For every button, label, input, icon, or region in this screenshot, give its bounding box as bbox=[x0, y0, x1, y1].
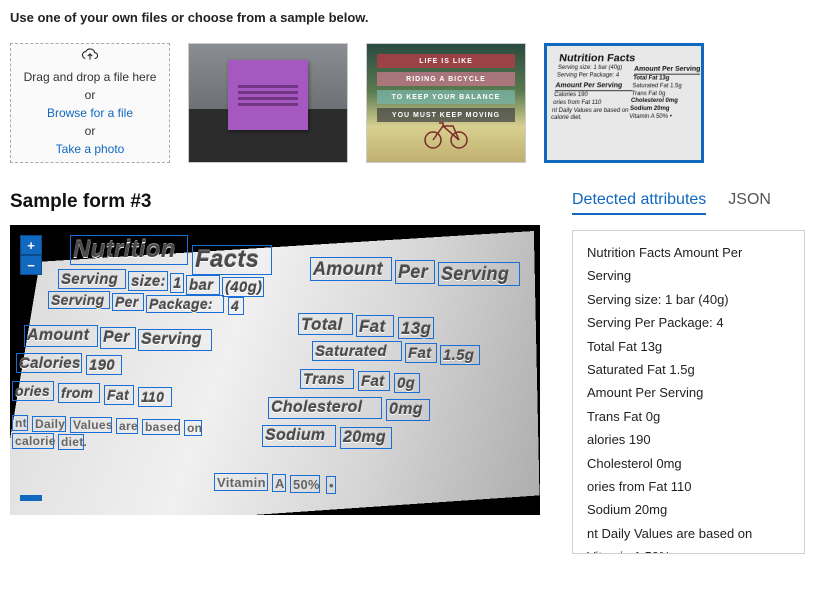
detected-word: 20mg bbox=[340, 427, 392, 449]
dropzone-or1: or bbox=[85, 86, 96, 104]
detected-word: size: bbox=[128, 271, 168, 291]
sample-cards-row: Drag and drop a file here or Browse for … bbox=[10, 43, 805, 163]
detected-word: 13g bbox=[398, 317, 434, 339]
poster-line-a: LIFE IS LIKE bbox=[377, 54, 515, 68]
attribute-line: Cholesterol 0mg bbox=[587, 452, 790, 475]
detected-word: Values bbox=[70, 417, 112, 433]
detected-word: based bbox=[142, 419, 180, 435]
detected-word: Fat bbox=[358, 371, 390, 391]
page-title: Sample form #3 bbox=[10, 191, 540, 213]
sample-thumbnail-1[interactable] bbox=[188, 43, 348, 163]
attribute-line: alories 190 bbox=[587, 428, 790, 451]
detected-word: Serving bbox=[48, 291, 110, 309]
zoom-controls: + − bbox=[20, 235, 42, 501]
detected-word: 0g bbox=[394, 373, 420, 393]
take-photo-link[interactable]: Take a photo bbox=[56, 140, 125, 158]
detected-attributes-panel: Nutrition Facts Amount Per ServingServin… bbox=[572, 230, 805, 554]
attribute-line: Serving size: 1 bar (40g) bbox=[587, 288, 790, 311]
attribute-line: Sodium 20mg bbox=[587, 498, 790, 521]
detected-word: 190 bbox=[86, 355, 122, 375]
detected-word: 50% bbox=[290, 475, 320, 493]
detected-word: Trans bbox=[300, 369, 354, 389]
sample-thumbnail-3[interactable]: Nutrition Facts Serving size: 1 bar (40g… bbox=[544, 43, 704, 163]
detected-word: Total bbox=[298, 313, 353, 335]
detected-word: Nutrition bbox=[70, 235, 188, 265]
tab-json[interactable]: JSON bbox=[728, 191, 771, 215]
detected-word: 4 bbox=[228, 297, 244, 315]
dropzone-line1: Drag and drop a file here bbox=[24, 68, 157, 86]
detected-word: Serving bbox=[438, 262, 520, 286]
detection-overlay: NutritionFactsServingsize:1bar(40g)Servi… bbox=[10, 225, 540, 515]
detected-word: Serving bbox=[138, 329, 212, 351]
detected-word: Vitamin bbox=[214, 473, 268, 491]
detected-word: • bbox=[326, 476, 336, 494]
detected-word: 1.5g bbox=[440, 345, 480, 365]
attribute-line: Vitamin A 50% bbox=[587, 545, 790, 554]
detected-word: 0mg bbox=[386, 399, 430, 421]
detected-word: Package: bbox=[146, 295, 224, 313]
intro-text: Use one of your own files or choose from… bbox=[10, 10, 805, 25]
detected-word: Cholesterol bbox=[268, 397, 382, 419]
detected-word: Per bbox=[395, 260, 435, 284]
detected-word: Saturated bbox=[312, 341, 402, 361]
detected-word: 110 bbox=[138, 387, 172, 407]
browse-file-link[interactable]: Browse for a file bbox=[47, 104, 133, 122]
file-dropzone[interactable]: Drag and drop a file here or Browse for … bbox=[10, 43, 170, 163]
detected-word: Amount bbox=[310, 257, 392, 281]
nutrition-thumb: Nutrition Facts Serving size: 1 bar (40g… bbox=[544, 48, 704, 161]
detected-word: (40g) bbox=[222, 277, 264, 297]
detected-word: Fat bbox=[405, 343, 437, 363]
zoom-in-button[interactable]: + bbox=[20, 235, 42, 255]
detected-word: Facts bbox=[192, 245, 272, 275]
sample-thumbnail-2[interactable]: LIFE IS LIKE RIDING A BICYCLE TO KEEP YO… bbox=[366, 43, 526, 163]
poster-line-b: RIDING A BICYCLE bbox=[377, 72, 515, 86]
upload-cloud-icon bbox=[74, 48, 106, 62]
detected-word: Sodium bbox=[262, 425, 336, 447]
detected-word: Per bbox=[112, 293, 144, 311]
image-preview[interactable]: + − NutritionFactsServingsize:1bar(40g)S… bbox=[10, 225, 540, 515]
zoom-scale-indicator bbox=[20, 495, 42, 501]
bicycle-icon bbox=[421, 120, 471, 150]
attribute-line: Nutrition Facts Amount Per Serving bbox=[587, 241, 790, 288]
zoom-out-button[interactable]: − bbox=[20, 255, 42, 275]
results-tabs: Detected attributes JSON bbox=[572, 191, 805, 216]
detected-word: are bbox=[116, 418, 138, 434]
attribute-line: Serving Per Package: 4 bbox=[587, 311, 790, 334]
tab-detected-attributes[interactable]: Detected attributes bbox=[572, 191, 706, 215]
detected-word: Serving bbox=[58, 269, 126, 289]
attribute-line: nt Daily Values are based on bbox=[587, 522, 790, 545]
detected-word: A bbox=[272, 474, 286, 492]
poster-line-c: TO KEEP YOUR BALANCE bbox=[377, 90, 515, 104]
detected-word: Fat bbox=[356, 315, 394, 337]
detected-word: on bbox=[184, 420, 202, 436]
attribute-line: ories from Fat 110 bbox=[587, 475, 790, 498]
attribute-line: Total Fat 13g bbox=[587, 335, 790, 358]
attribute-line: Saturated Fat 1.5g bbox=[587, 358, 790, 381]
attribute-line: Trans Fat 0g bbox=[587, 405, 790, 428]
attribute-line: Amount Per Serving bbox=[587, 381, 790, 404]
detected-word: 1 bbox=[170, 273, 184, 293]
detected-word: diet. bbox=[58, 434, 84, 450]
sticky-note-icon bbox=[228, 60, 308, 130]
detected-word: Fat bbox=[104, 385, 134, 405]
dropzone-or2: or bbox=[85, 122, 96, 140]
detected-word: Per bbox=[100, 327, 136, 349]
detected-word: bar bbox=[186, 275, 220, 295]
detected-word: from bbox=[58, 383, 100, 403]
